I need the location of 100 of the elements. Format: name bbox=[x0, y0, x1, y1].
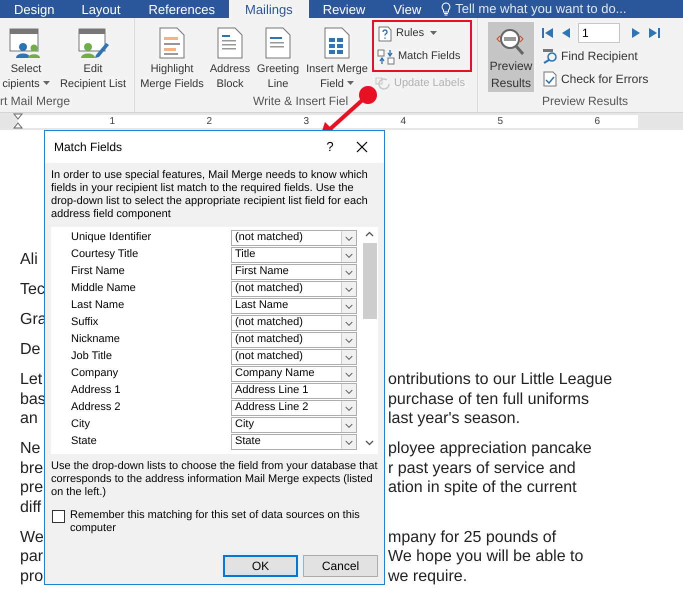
document-text: Ne bbox=[20, 440, 40, 457]
field-dropdown[interactable]: City bbox=[231, 416, 357, 432]
lightbulb-icon bbox=[441, 2, 452, 16]
ribbon-tab[interactable]: Mailings bbox=[229, 0, 309, 18]
document-text: Tec bbox=[20, 281, 45, 298]
field-dropdown[interactable]: Last Name bbox=[231, 298, 357, 314]
document-text: We hope you will be able to bbox=[388, 547, 584, 566]
search-icon bbox=[542, 48, 558, 64]
document-text: pre bbox=[20, 479, 44, 496]
document-text: diff bbox=[20, 498, 42, 516]
document-text: par bbox=[20, 548, 44, 565]
field-dropdown[interactable]: Address Line 1 bbox=[231, 382, 357, 398]
ribbon-small-button[interactable]: Match Fields bbox=[374, 45, 470, 68]
chevron-down-icon[interactable] bbox=[365, 440, 374, 446]
footer-text: Use the drop-down lists to choose the field from your database that corresponds to the address information Mail Merge expects (listed on the left.) bbox=[50, 459, 379, 499]
chevron-down-icon bbox=[341, 298, 356, 312]
ribbon-button[interactable]: Greeting Line bbox=[253, 18, 303, 92]
field-dropdown[interactable]: Company Name bbox=[231, 366, 357, 382]
ribbon-button[interactable]: Address Block bbox=[207, 18, 253, 92]
ribbon-tab[interactable]: Layout bbox=[67, 0, 135, 18]
document-text: purchase of ten full uniforms bbox=[388, 390, 589, 409]
ribbon-small-button[interactable]: Rules bbox=[374, 22, 470, 45]
field-label: First Name bbox=[70, 264, 126, 280]
document-text: pro bbox=[20, 568, 44, 584]
field-dropdown[interactable]: (not matched) bbox=[231, 314, 357, 330]
indent-marker-icon[interactable] bbox=[13, 113, 23, 129]
document-text: r past years of service and bbox=[388, 458, 576, 478]
dialog-button[interactable]: Cancel bbox=[303, 555, 378, 577]
field-dropdown[interactable]: Title bbox=[231, 246, 357, 262]
first-record-icon[interactable] bbox=[542, 27, 554, 39]
field-dropdown[interactable]: (not matched) bbox=[231, 332, 357, 348]
document-text: Let bbox=[20, 371, 42, 388]
group-label: rt Mail Merge bbox=[0, 93, 70, 110]
field-label: Unique Identifier bbox=[70, 230, 152, 246]
question-document-icon bbox=[377, 26, 393, 42]
field-dropdown[interactable]: (not matched) bbox=[231, 230, 357, 246]
field-label: City bbox=[70, 417, 91, 432]
document-text: We bbox=[20, 528, 44, 546]
document-text: bas bbox=[20, 390, 46, 408]
ribbon-tab[interactable]: References bbox=[134, 0, 229, 18]
ribbon-small-button[interactable]: Find Recipient bbox=[542, 45, 660, 67]
document-text: we require. bbox=[388, 566, 468, 586]
chevron-down-icon bbox=[341, 400, 356, 414]
calendar-people-icon bbox=[9, 27, 43, 59]
close-icon[interactable] bbox=[356, 141, 368, 153]
checkbox-label: Remember this matching for this set of data sources on this computer bbox=[70, 509, 361, 535]
chevron-down-icon bbox=[341, 248, 356, 262]
ruler-number: 4 bbox=[399, 115, 406, 128]
ribbon-button[interactable]: Edit Recipient List bbox=[58, 18, 128, 92]
chevron-down-icon bbox=[341, 366, 356, 380]
field-label: Suffix bbox=[70, 315, 100, 330]
checked-document-icon bbox=[542, 71, 558, 87]
swap-arrows-icon bbox=[377, 48, 395, 64]
ruler-number: 6 bbox=[593, 115, 600, 128]
previous-record-icon[interactable] bbox=[561, 27, 571, 39]
record-number-field[interactable]: 1 bbox=[578, 23, 620, 43]
ribbon-tab[interactable]: Design bbox=[0, 0, 68, 18]
field-dropdown[interactable]: (not matched) bbox=[231, 348, 357, 364]
calendar-pencil-icon bbox=[76, 27, 110, 59]
help-button[interactable]: ? bbox=[320, 137, 340, 157]
ribbon-button[interactable]: Highlight Merge Fields bbox=[137, 18, 207, 92]
dialog-button[interactable]: OK bbox=[223, 555, 298, 577]
field-dropdown[interactable]: (not matched) bbox=[231, 280, 357, 296]
chevron-down-icon bbox=[341, 316, 356, 330]
document-text: an bbox=[20, 410, 38, 427]
ribbon-button[interactable]: Insert Merge Field bbox=[303, 18, 371, 92]
ribbon-tab[interactable]: View bbox=[379, 0, 436, 18]
field-dropdown[interactable]: Address Line 2 bbox=[231, 400, 357, 416]
field-label: Nickname bbox=[70, 332, 121, 348]
field-dropdown[interactable]: State bbox=[231, 434, 357, 450]
next-record-icon[interactable] bbox=[631, 27, 641, 39]
ruler-number: 3 bbox=[302, 115, 309, 128]
document-text: ation in spite of the current bbox=[388, 478, 577, 498]
last-record-icon[interactable] bbox=[648, 27, 660, 39]
ribbon-small-button[interactable]: Check for Errors bbox=[542, 68, 660, 90]
field-dropdown[interactable]: First Name bbox=[231, 264, 357, 280]
group-label: Write & Insert Fiel bbox=[253, 93, 348, 110]
document-text: Ali bbox=[20, 251, 38, 268]
preview-results-button[interactable]: Preview Results bbox=[488, 22, 534, 92]
field-label: Courtesy Title bbox=[70, 247, 140, 262]
document-text: bre bbox=[20, 460, 44, 476]
checkbox[interactable] bbox=[52, 510, 65, 523]
table-document-icon bbox=[324, 27, 350, 59]
intro-text: In order to use special features, Mail Merge needs to know which fields in your recipient list match to the required fields. Use the drop-down list to select the appropriate recipient list field for each address field component bbox=[50, 168, 369, 221]
refresh-icon bbox=[375, 76, 391, 92]
ribbon-tab[interactable]: Review bbox=[308, 0, 380, 18]
ruler-number: 1 bbox=[108, 115, 115, 128]
ribbon-button[interactable]: Select cipients bbox=[0, 18, 52, 92]
scrollbar-thumb[interactable] bbox=[362, 243, 376, 319]
chevron-down-icon bbox=[341, 350, 356, 364]
document-text: mpany for 25 pounds of bbox=[388, 528, 556, 547]
chevron-up-icon[interactable] bbox=[365, 231, 374, 237]
tell-me-field[interactable]: Tell me what you want to do... bbox=[441, 0, 627, 18]
field-label: Company bbox=[70, 366, 120, 382]
document-text: De bbox=[20, 341, 40, 358]
chevron-down-icon bbox=[341, 418, 356, 432]
caret-icon bbox=[42, 81, 50, 86]
caret-icon bbox=[430, 30, 438, 34]
field-label: Last Name bbox=[70, 298, 126, 314]
group-label: Preview Results bbox=[542, 93, 628, 110]
